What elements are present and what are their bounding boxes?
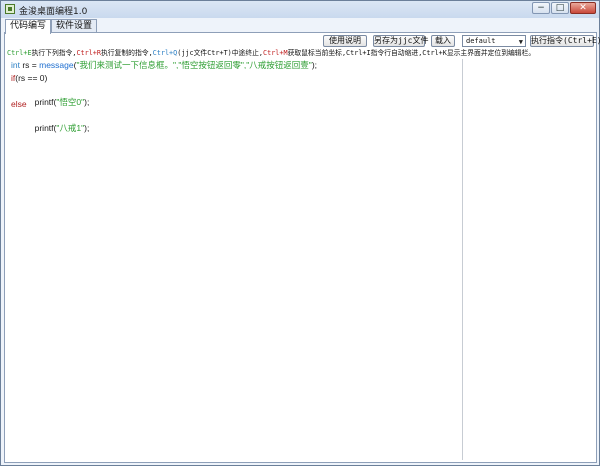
app-window: 金浚桌面编程1.0 − □ ✕ 代码编写 软件设置 使用说明 另存为jjc文件 … — [0, 0, 600, 466]
code-token: printf( — [25, 123, 57, 133]
close-button[interactable]: ✕ — [570, 2, 596, 14]
app-icon — [5, 4, 15, 14]
window-title: 金浚桌面编程1.0 — [19, 7, 88, 17]
hint-text: 获取鼠标当前坐标,Ctrl+I指令行自动缩进,Ctrl+K显示主界面并定位到编辑… — [287, 49, 536, 57]
code-line: int rs = message("我们来测试一下信息框。","悟空按钮返回零"… — [11, 60, 317, 71]
execute-button[interactable]: 执行指令(Ctrl+E) — [530, 35, 600, 47]
script-select-value: default — [466, 37, 496, 45]
tab-code-editing[interactable]: 代码编写 — [5, 19, 51, 34]
code-token: "我们来测试一下信息框。","悟空按钮返回零","八戒按钮返回壹" — [76, 60, 312, 70]
code-token: ); — [311, 60, 318, 70]
code-line: printf("八戒1"); — [11, 112, 90, 145]
code-line: else — [11, 99, 27, 110]
title-bar[interactable]: 金浚桌面编程1.0 − □ ✕ — [1, 1, 599, 18]
code-token: "八戒1" — [56, 123, 85, 133]
code-token: rs = — [19, 60, 40, 70]
chevron-down-icon: ▼ — [518, 38, 523, 46]
tab-software-settings[interactable]: 软件设置 — [51, 19, 97, 33]
hint-shortcut: Ctrl+Q — [152, 49, 178, 57]
code-token: ); — [84, 123, 90, 133]
instructions-button[interactable]: 使用说明 — [323, 35, 367, 47]
hint-shortcut: Ctrl+M — [263, 49, 288, 57]
maximize-button[interactable]: □ — [551, 2, 569, 14]
code-editor[interactable]: int rs = message("我们来测试一下信息框。","悟空按钮返回零"… — [7, 59, 462, 460]
code-token: "悟空0" — [56, 97, 85, 107]
code-token: int — [11, 60, 20, 70]
code-token: printf( — [25, 97, 57, 107]
load-button[interactable]: 载入 — [431, 35, 455, 47]
code-token: message — [39, 60, 74, 70]
hint-shortcut: Ctrl+R — [76, 49, 101, 57]
shortcut-hint: Ctrl+E执行下列指令,Ctrl+R执行复制的指令,Ctrl+Q(jjc文件C… — [7, 48, 595, 58]
hint-text: 执行下列指令, — [31, 49, 77, 57]
code-line: if(rs == 0) — [11, 73, 47, 84]
hint-shortcut: Ctrl+E — [7, 49, 32, 57]
minimize-button[interactable]: − — [532, 2, 550, 14]
hint-text: (jjc文件Ctr+T)中途终止, — [177, 49, 264, 57]
hint-text: 执行复制的指令, — [101, 49, 153, 57]
output-panel[interactable] — [462, 59, 595, 460]
code-token: else — [11, 99, 27, 109]
save-as-jjc-button[interactable]: 另存为jjc文件 — [373, 35, 428, 47]
script-select[interactable]: default ▼ — [462, 35, 526, 47]
code-token: ); — [84, 97, 90, 107]
code-token: (rs == 0) — [15, 73, 48, 83]
